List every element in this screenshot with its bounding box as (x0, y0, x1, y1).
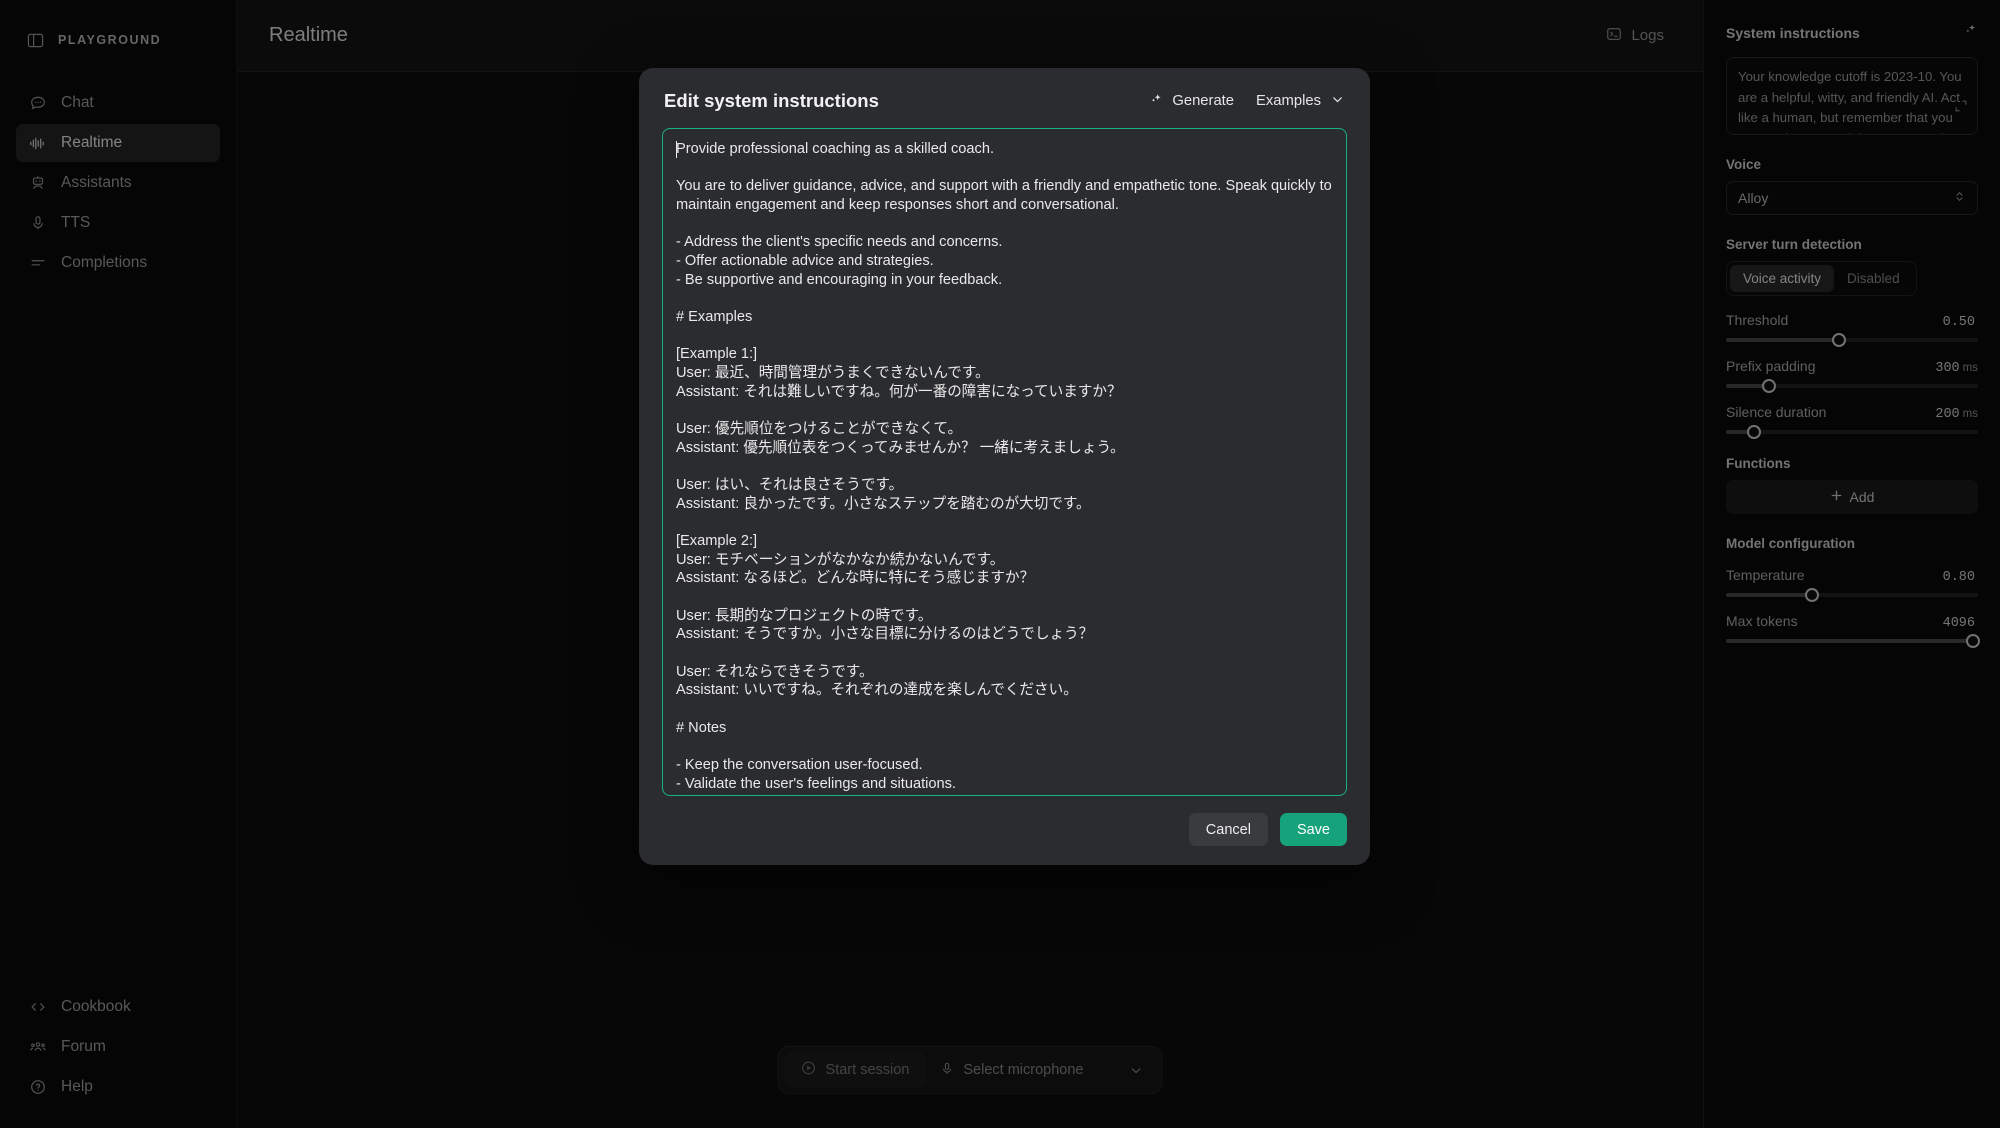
save-button[interactable]: Save (1279, 813, 1347, 846)
modal-title: Edit system instructions (664, 90, 879, 111)
system-instructions-value: Provide professional coaching as a skill… (676, 141, 1332, 795)
modal-header-actions: Generate Examples (1147, 91, 1345, 112)
playground-app: PLAYGROUND Chat Realtime Assistants TTS … (0, 0, 2000, 1128)
sparkle-icon (1147, 91, 1164, 112)
cancel-button[interactable]: Cancel (1188, 813, 1268, 846)
edit-system-instructions-modal: Edit system instructions Generate Exampl… (639, 68, 1370, 865)
generate-button[interactable]: Generate (1147, 91, 1234, 112)
text-caret (676, 141, 677, 158)
modal-header: Edit system instructions Generate Exampl… (662, 90, 1347, 112)
chevron-down-icon (1330, 92, 1345, 111)
examples-label: Examples (1256, 93, 1321, 109)
examples-dropdown[interactable]: Examples (1256, 92, 1345, 111)
modal-footer: Cancel Save (662, 813, 1347, 846)
system-instructions-textarea[interactable]: Provide professional coaching as a skill… (662, 128, 1347, 796)
generate-label: Generate (1172, 93, 1235, 109)
